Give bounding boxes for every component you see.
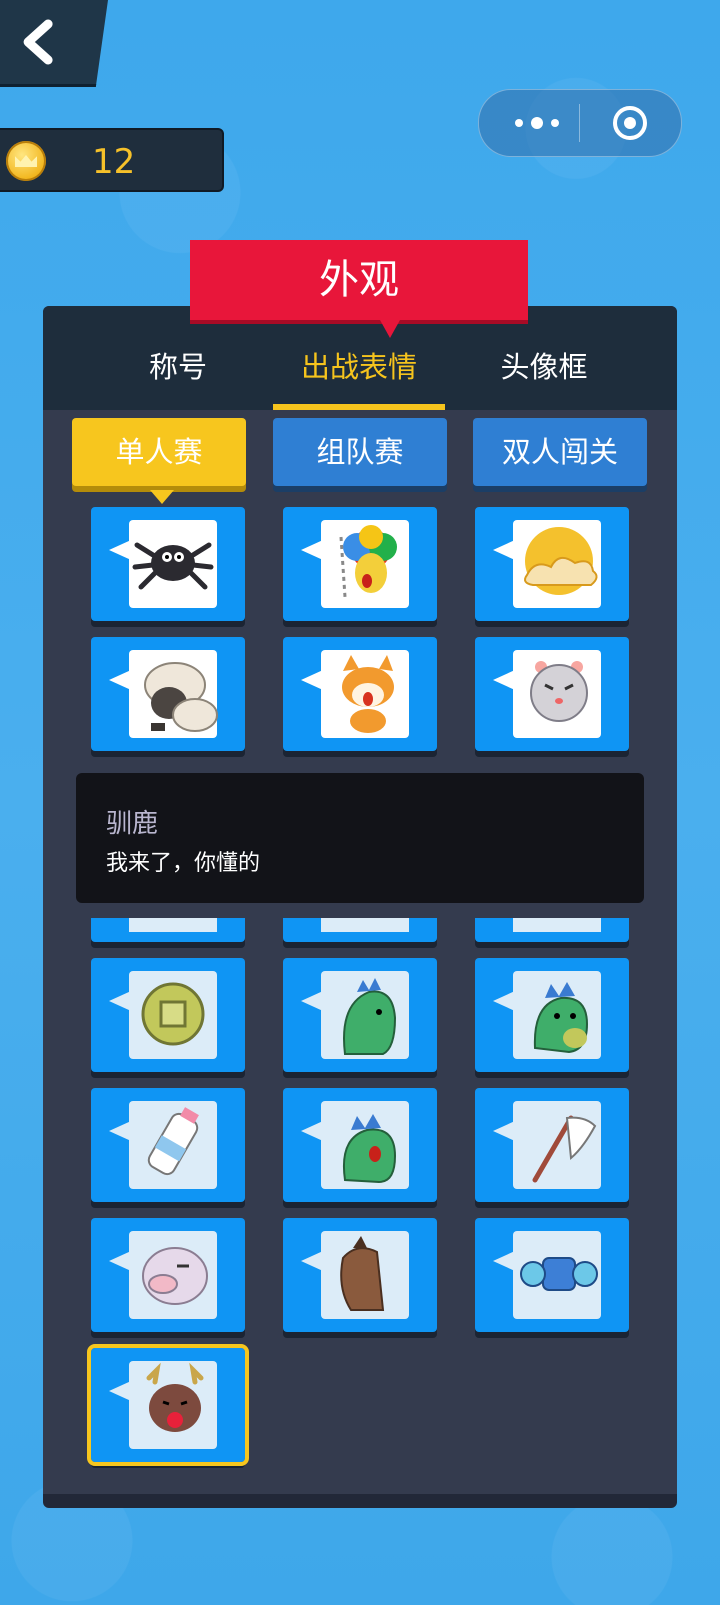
mode-single-button[interactable]: 单人赛 (72, 418, 246, 504)
bottle-icon (147, 1107, 199, 1176)
crown-coin-icon (6, 141, 46, 181)
emote-sun-cloud[interactable] (475, 507, 629, 621)
emote-hamster[interactable] (475, 637, 629, 751)
dino-icon (343, 978, 397, 1055)
coin-balance: 12 (0, 128, 224, 192)
emote-milk-bottle[interactable] (91, 1088, 245, 1202)
emote-rainbow-hair[interactable] (283, 507, 437, 621)
emote-horse[interactable] (283, 1218, 437, 1332)
emote-mask[interactable] (475, 1218, 629, 1332)
horse-icon (340, 1236, 385, 1311)
emote-partial[interactable] (475, 918, 629, 942)
hamster-icon (530, 661, 588, 722)
emote-dino-shout[interactable] (283, 1088, 437, 1202)
miniprogram-capsule (478, 89, 682, 157)
page-title: 外观 (190, 240, 528, 338)
mask-icon (520, 1257, 598, 1291)
back-button[interactable] (0, 0, 108, 87)
emote-pig[interactable] (91, 1218, 245, 1332)
dino-icon (533, 982, 589, 1054)
tooltip-name: 驯鹿 (106, 809, 159, 839)
coin-count: 12 (92, 142, 136, 182)
emote-partial[interactable] (91, 918, 245, 942)
mode-duo-button[interactable]: 双人闯关 (473, 418, 647, 486)
tab-avatar-frame[interactable]: 头像框 (489, 344, 599, 410)
target-circle-icon[interactable] (611, 104, 649, 142)
emote-dino-knit[interactable] (283, 958, 437, 1072)
tab-bar: 称号 出战表情 头像框 (43, 306, 677, 410)
more-dots-icon[interactable] (509, 112, 569, 134)
capsule-divider (579, 104, 580, 142)
sun-cloud-icon (524, 527, 598, 595)
tab-emotes[interactable]: 出战表情 (273, 344, 445, 410)
flag-icon (532, 1115, 597, 1183)
emote-tooltip: 驯鹿 我来了，你懂的 (76, 773, 644, 903)
emote-coin[interactable] (91, 958, 245, 1072)
spider-icon (132, 542, 214, 590)
dino-icon (343, 1114, 397, 1184)
pig-icon (142, 1247, 208, 1305)
emote-partial[interactable] (283, 918, 437, 942)
emote-sheep[interactable] (91, 637, 245, 751)
rainbow-hair-icon (339, 525, 397, 598)
emote-white-flag[interactable] (475, 1088, 629, 1202)
tooltip-description: 我来了，你懂的 (106, 851, 261, 876)
sheep-icon (144, 662, 218, 732)
emote-dino-cry[interactable] (475, 958, 629, 1072)
emote-shiba[interactable] (283, 637, 437, 751)
chevron-left-icon (23, 19, 53, 65)
emote-spider[interactable] (91, 507, 245, 621)
emote-reindeer[interactable] (87, 1344, 249, 1466)
tab-title[interactable]: 称号 (133, 344, 223, 410)
reindeer-icon (146, 1362, 204, 1432)
shiba-icon (342, 655, 394, 733)
mode-team-button[interactable]: 组队赛 (273, 418, 447, 486)
coin-icon (141, 982, 205, 1046)
